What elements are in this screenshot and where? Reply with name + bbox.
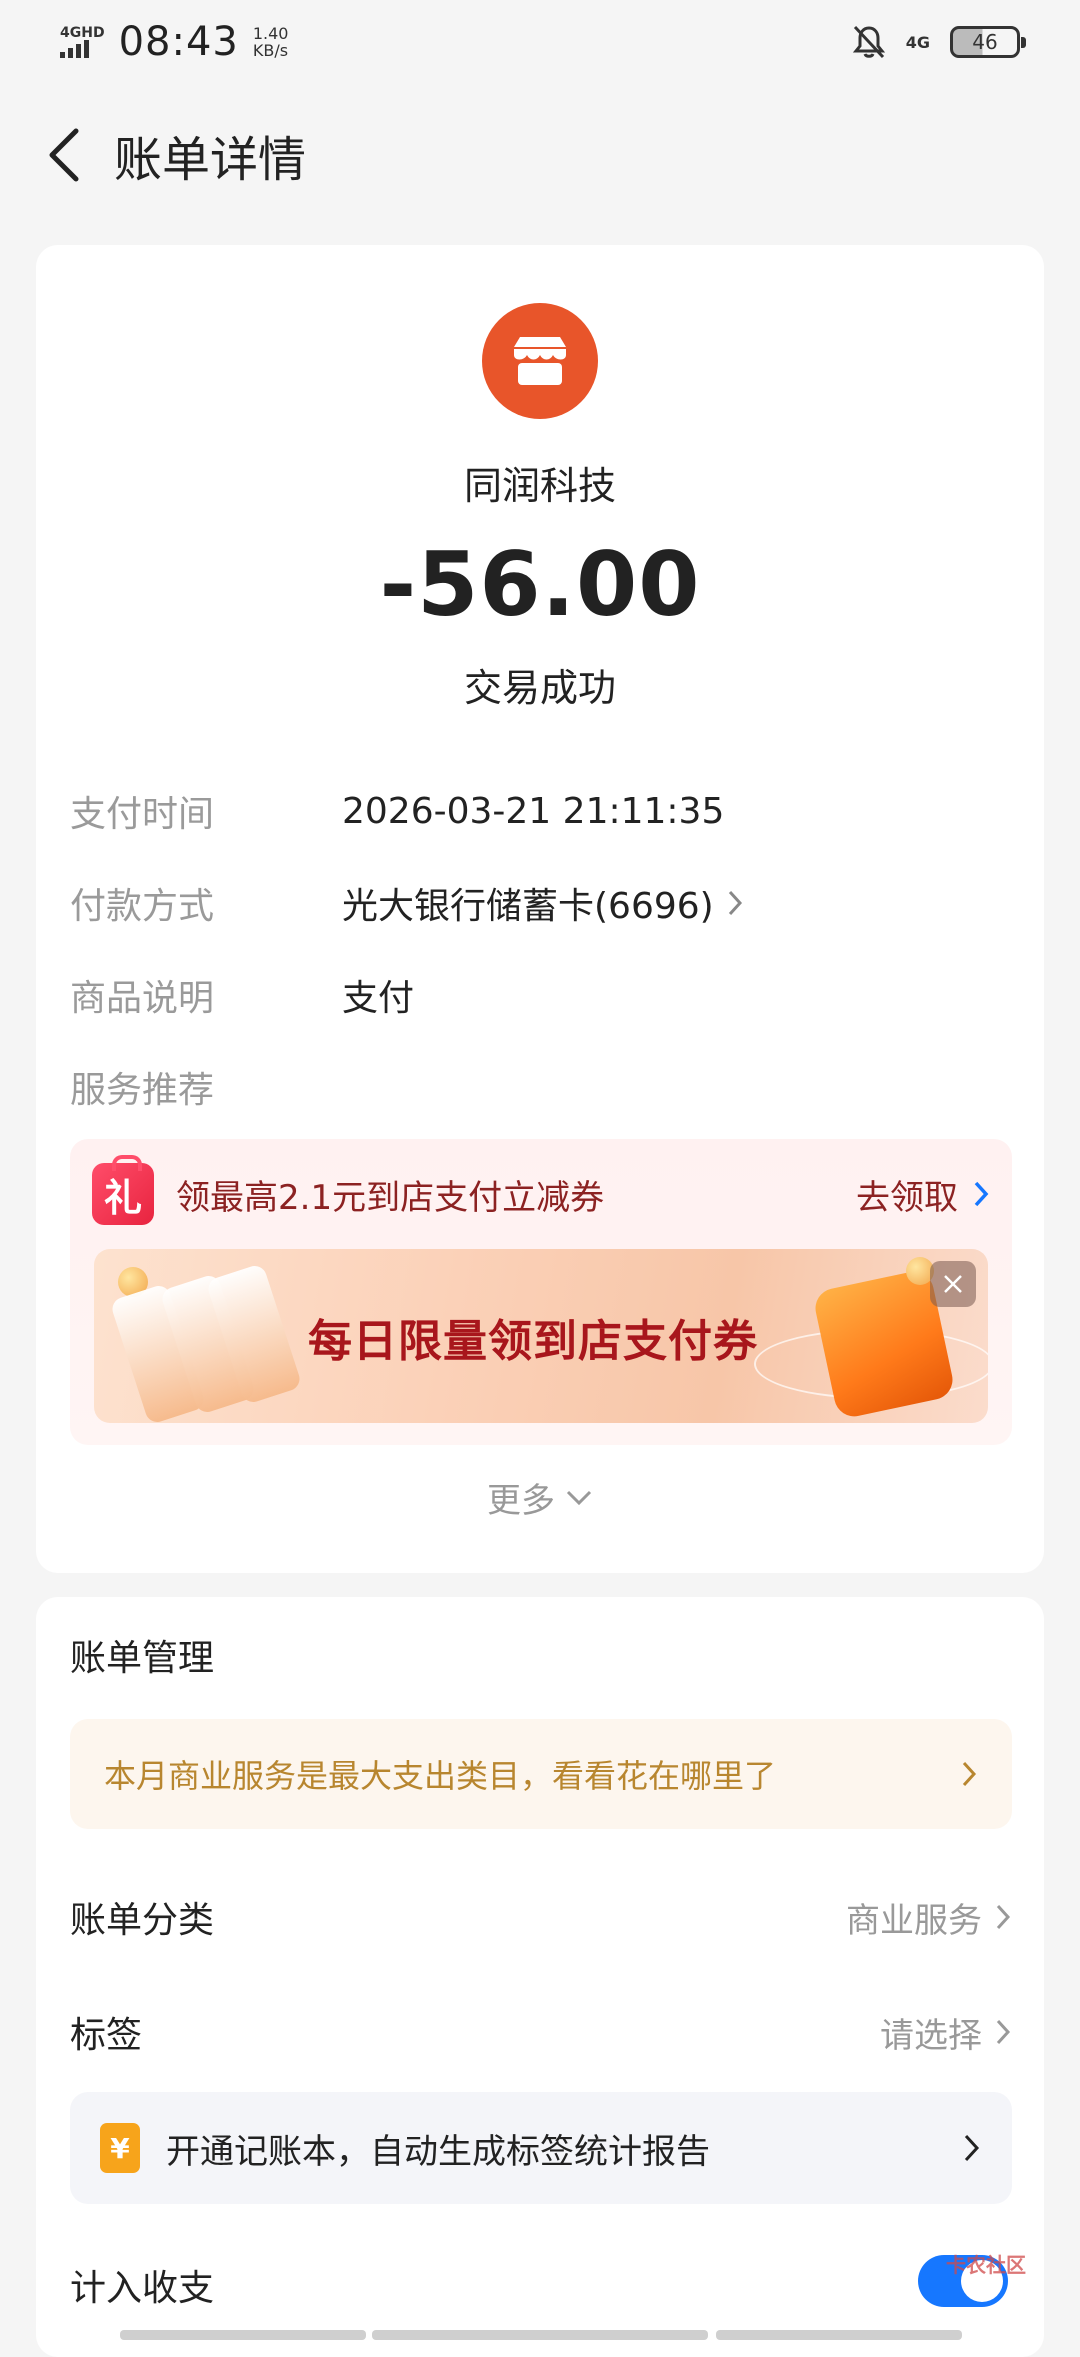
page-title: 账单详情 (114, 132, 307, 188)
battery-icon: 46 (950, 26, 1026, 58)
row-label: 计入收支 (70, 2268, 215, 2309)
ledger-text: 开通记账本，自动生成标签统计报告 (166, 2131, 710, 2172)
banner-text: 每日限量领到店支付券 (308, 1316, 758, 1367)
battery-level: 46 (972, 30, 998, 54)
transaction-card: 同润科技 -56.00 交易成功 支付时间 2026-03-21 21:11:3… (36, 245, 1044, 1573)
close-banner-button[interactable] (930, 1261, 976, 1307)
row-label: 标签 (70, 2015, 143, 2056)
transaction-amount: -56.00 (379, 533, 701, 636)
promo-banner[interactable]: 每日限量领到店支付券 (94, 1249, 988, 1423)
detail-label: 付款方式 (70, 886, 215, 927)
mute-bell-icon (852, 25, 885, 59)
speed-unit: KB/s (252, 41, 289, 60)
chevron-down-icon (566, 1490, 592, 1505)
chevron-right-icon (728, 890, 742, 916)
bill-management-card: 账单管理 本月商业服务是最大支出类目，看看花在哪里了 账单分类 商业服务 标签 … (36, 1597, 1044, 2357)
row-label: 账单分类 (70, 1900, 215, 1941)
chevron-left-icon (49, 128, 79, 182)
bill-category-row[interactable]: 账单分类 商业服务 (70, 1882, 1012, 1952)
section-title: 账单管理 (70, 1638, 215, 1679)
more-button[interactable]: 更多 (36, 1473, 1044, 1522)
detail-row-payment-time: 支付时间 2026-03-21 21:11:35 (70, 781, 1010, 841)
row-value: 请选择 (880, 2015, 982, 2056)
chevron-right-icon (964, 2134, 980, 2162)
merchant-name: 同润科技 (463, 464, 616, 508)
navbar: 账单详情 (0, 110, 1080, 200)
detail-row-payment-method[interactable]: 付款方式 光大银行储蓄卡(6696) (70, 873, 1010, 933)
row-value: 商业服务 (846, 1900, 982, 1941)
bottom-bar-segment (372, 2330, 708, 2340)
close-icon (944, 1275, 962, 1293)
tag-row[interactable]: 标签 请选择 (70, 1997, 1012, 2067)
network-speed: 1.40 KB/s (253, 25, 289, 59)
chevron-right-icon (996, 2019, 1011, 2045)
transaction-status: 交易成功 (463, 666, 616, 710)
network-type: 4GHD (60, 25, 105, 41)
detail-value: 2026-03-21 21:11:35 (342, 790, 725, 832)
include-in-stats-row: 计入收支 (70, 2250, 1012, 2320)
back-button[interactable] (34, 125, 94, 185)
yen-icon: ¥ (100, 2123, 140, 2173)
detail-value: 支付 (342, 978, 415, 1019)
status-bar: 4GHD 08:43 1.40 KB/s 4G 46 (0, 0, 1080, 84)
mobile-data-indicator: 4G (905, 32, 930, 52)
open-ledger-banner[interactable]: ¥ 开通记账本，自动生成标签统计报告 (70, 2092, 1012, 2204)
detail-label: 商品说明 (70, 978, 215, 1019)
bottom-bar-segment (120, 2330, 366, 2340)
clock: 08:43 (118, 19, 239, 65)
detail-value: 光大银行储蓄卡(6696) (342, 886, 714, 927)
promo-coupon-row[interactable]: 礼 领最高2.1元到店支付立减券 去领取 (70, 1139, 1012, 1249)
promo-section: 礼 领最高2.1元到店支付立减券 去领取 每日限量领到店支付券 (70, 1139, 1012, 1445)
detail-label: 支付时间 (70, 794, 215, 835)
detail-label: 服务推荐 (70, 1070, 215, 1111)
bottom-bar-segment (716, 2330, 962, 2340)
claim-coupon-button[interactable]: 去领取 (856, 1170, 990, 1219)
detail-row-product-desc: 商品说明 支付 (70, 965, 1010, 1025)
spending-insight-banner[interactable]: 本月商业服务是最大支出类目，看看花在哪里了 (70, 1719, 1012, 1829)
chevron-right-icon (974, 1181, 989, 1207)
gift-icon: 礼 (92, 1155, 154, 1225)
chevron-right-icon (996, 1904, 1011, 1930)
insight-text: 本月商业服务是最大支出类目，看看花在哪里了 (104, 1757, 777, 1795)
speed-value: 1.40 (252, 24, 289, 43)
detail-row-service-recommend: 服务推荐 (70, 1057, 1010, 1117)
watermark-logo: 卡农社区 (946, 2253, 1026, 2277)
storefront-icon (482, 303, 598, 419)
chevron-right-icon (962, 1761, 977, 1787)
promo-text: 领最高2.1元到店支付立减券 (176, 1177, 605, 1218)
signal-icon: 4GHD (60, 26, 105, 58)
